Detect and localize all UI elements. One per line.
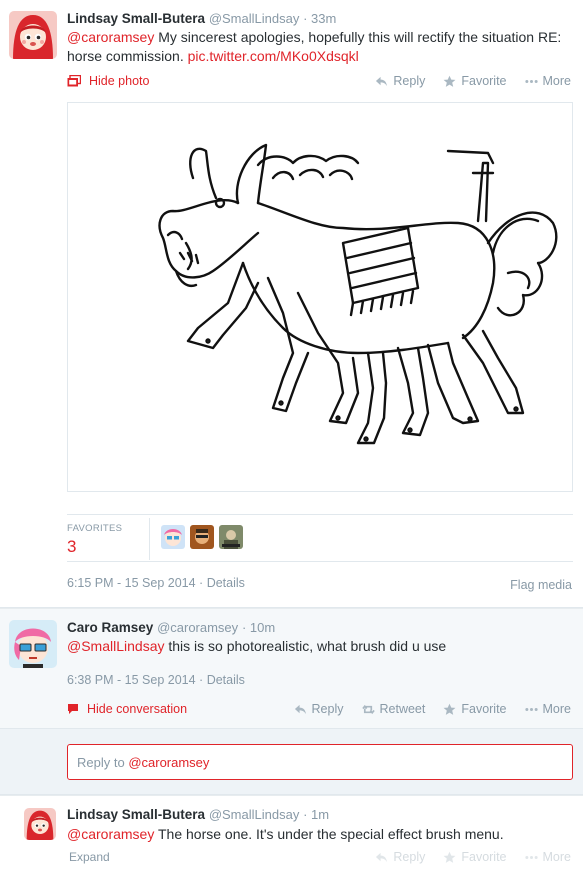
tweet-body: The horse one. It's under the special ef… — [154, 826, 504, 842]
favorites-stats: FAVORITES 3 — [67, 514, 573, 562]
tweet-actions: Reply Retweet Favorite More — [294, 702, 571, 716]
reply-button[interactable]: Reply — [294, 702, 344, 716]
more-button[interactable]: More — [524, 74, 571, 88]
reply-button[interactable]: Reply — [375, 74, 425, 88]
flag-media-link[interactable]: Flag media — [510, 578, 572, 592]
favorite-label: Favorite — [461, 850, 507, 864]
details-link[interactable]: Details — [207, 576, 245, 590]
stats-divider — [149, 518, 150, 560]
author-name[interactable]: Lindsay Small-Butera — [67, 11, 205, 26]
tweet-actions: Reply Favorite More — [375, 74, 571, 88]
tweet-timestamp: 6:15 PM - 15 Sep 2014 — [67, 576, 196, 590]
reply-label: Reply — [311, 702, 344, 716]
tweet-timestamp: 6:38 PM - 15 Sep 2014 — [67, 673, 196, 687]
tweet-text: @caroramsey My sincerest apologies, hope… — [67, 28, 572, 66]
more-button[interactable]: More — [524, 850, 571, 864]
favorite-label: Favorite — [461, 702, 507, 716]
author-handle[interactable]: @caroramsey — [157, 620, 238, 635]
favoriter-avatar-3[interactable] — [219, 525, 243, 549]
tweet-timestamp-row: 6:38 PM - 15 Sep 2014 · Details — [67, 673, 245, 687]
more-label: More — [542, 702, 571, 716]
details-link[interactable]: Details — [207, 673, 245, 687]
favoriter-avatar-1[interactable] — [161, 525, 185, 549]
attached-photo[interactable] — [67, 102, 573, 492]
tweet-body: this is so photorealistic, what brush di… — [164, 638, 447, 654]
mention-link[interactable]: @caroramsey — [67, 826, 154, 842]
retweet-icon — [361, 704, 375, 714]
tweet-text: @caroramsey The horse one. It's under th… — [67, 825, 572, 844]
tweet-time[interactable]: · 1m — [303, 807, 329, 822]
reply-button[interactable]: Reply — [375, 850, 425, 864]
avatar-lindsay[interactable] — [9, 11, 57, 59]
more-label: More — [542, 74, 571, 88]
star-icon — [443, 75, 456, 87]
favorite-button[interactable]: Favorite — [443, 850, 507, 864]
avatar-caro[interactable] — [9, 620, 57, 668]
favorite-label: Favorite — [461, 74, 507, 88]
tweet-actions: Reply Favorite More — [375, 850, 571, 864]
reply-input[interactable]: Reply to @caroramsey — [67, 744, 573, 780]
more-label: More — [542, 850, 571, 864]
hide-photo-link[interactable]: Hide photo — [67, 74, 149, 88]
star-icon — [443, 851, 456, 863]
tweet-header: Lindsay Small-Butera @SmallLindsay · 33m — [67, 11, 336, 26]
more-dots-icon — [524, 855, 538, 859]
more-dots-icon — [524, 79, 538, 83]
hide-conversation-link[interactable]: Hide conversation — [67, 702, 187, 716]
expand-link[interactable]: Expand — [69, 850, 110, 864]
reply-mention: @caroramsey — [128, 755, 210, 770]
mention-link[interactable]: @SmallLindsay — [67, 638, 164, 654]
favorite-button[interactable]: Favorite — [443, 74, 507, 88]
avatar-lindsay-small[interactable] — [24, 808, 56, 840]
photo-icon — [67, 75, 81, 87]
tweet-time[interactable]: · 10m — [242, 620, 275, 635]
tweet-text: @SmallLindsay this is so photorealistic,… — [67, 637, 572, 656]
speech-bubble-icon — [68, 704, 78, 714]
more-dots-icon — [524, 707, 538, 711]
author-name[interactable]: Caro Ramsey — [67, 620, 153, 635]
tweet-reply: Caro Ramsey @caroramsey · 10m @SmallLind… — [0, 609, 583, 729]
favorite-button[interactable]: Favorite — [443, 702, 507, 716]
star-icon — [443, 703, 456, 715]
author-handle[interactable]: @SmallLindsay — [209, 807, 300, 822]
favorites-count[interactable]: 3 — [67, 537, 76, 557]
retweet-label: Retweet — [379, 702, 426, 716]
pic-link[interactable]: pic.twitter.com/MKo0Xdsqkl — [188, 48, 359, 64]
hide-photo-label: Hide photo — [89, 74, 150, 88]
tweet-time[interactable]: · 33m — [303, 11, 336, 26]
reply-icon — [376, 852, 388, 862]
reply-label: Reply — [393, 74, 426, 88]
favorites-label: FAVORITES — [67, 523, 123, 534]
retweet-button[interactable]: Retweet — [361, 702, 426, 716]
tweet-timestamp-row: 6:15 PM - 15 Sep 2014 · Details — [67, 576, 245, 590]
reply-label: Reply — [393, 850, 426, 864]
reply-icon — [294, 704, 306, 714]
favoriter-avatar-2[interactable] — [190, 525, 214, 549]
tweet-main: Lindsay Small-Butera @SmallLindsay · 33m… — [0, 0, 583, 608]
tweet-header: Lindsay Small-Butera @SmallLindsay · 1m — [67, 807, 329, 822]
reply-icon — [376, 76, 388, 86]
reply-box: Reply to @caroramsey — [0, 729, 583, 795]
hide-conversation-label: Hide conversation — [87, 702, 188, 716]
mention-link[interactable]: @caroramsey — [67, 29, 154, 45]
author-handle[interactable]: @SmallLindsay — [209, 11, 300, 26]
horse-drawing — [158, 143, 558, 445]
author-name[interactable]: Lindsay Small-Butera — [67, 807, 205, 822]
tweet-header: Caro Ramsey @caroramsey · 10m — [67, 620, 275, 635]
tweet-reply-2: Lindsay Small-Butera @SmallLindsay · 1m … — [0, 796, 583, 875]
reply-prefix: Reply to — [77, 755, 129, 770]
more-button[interactable]: More — [524, 702, 571, 716]
